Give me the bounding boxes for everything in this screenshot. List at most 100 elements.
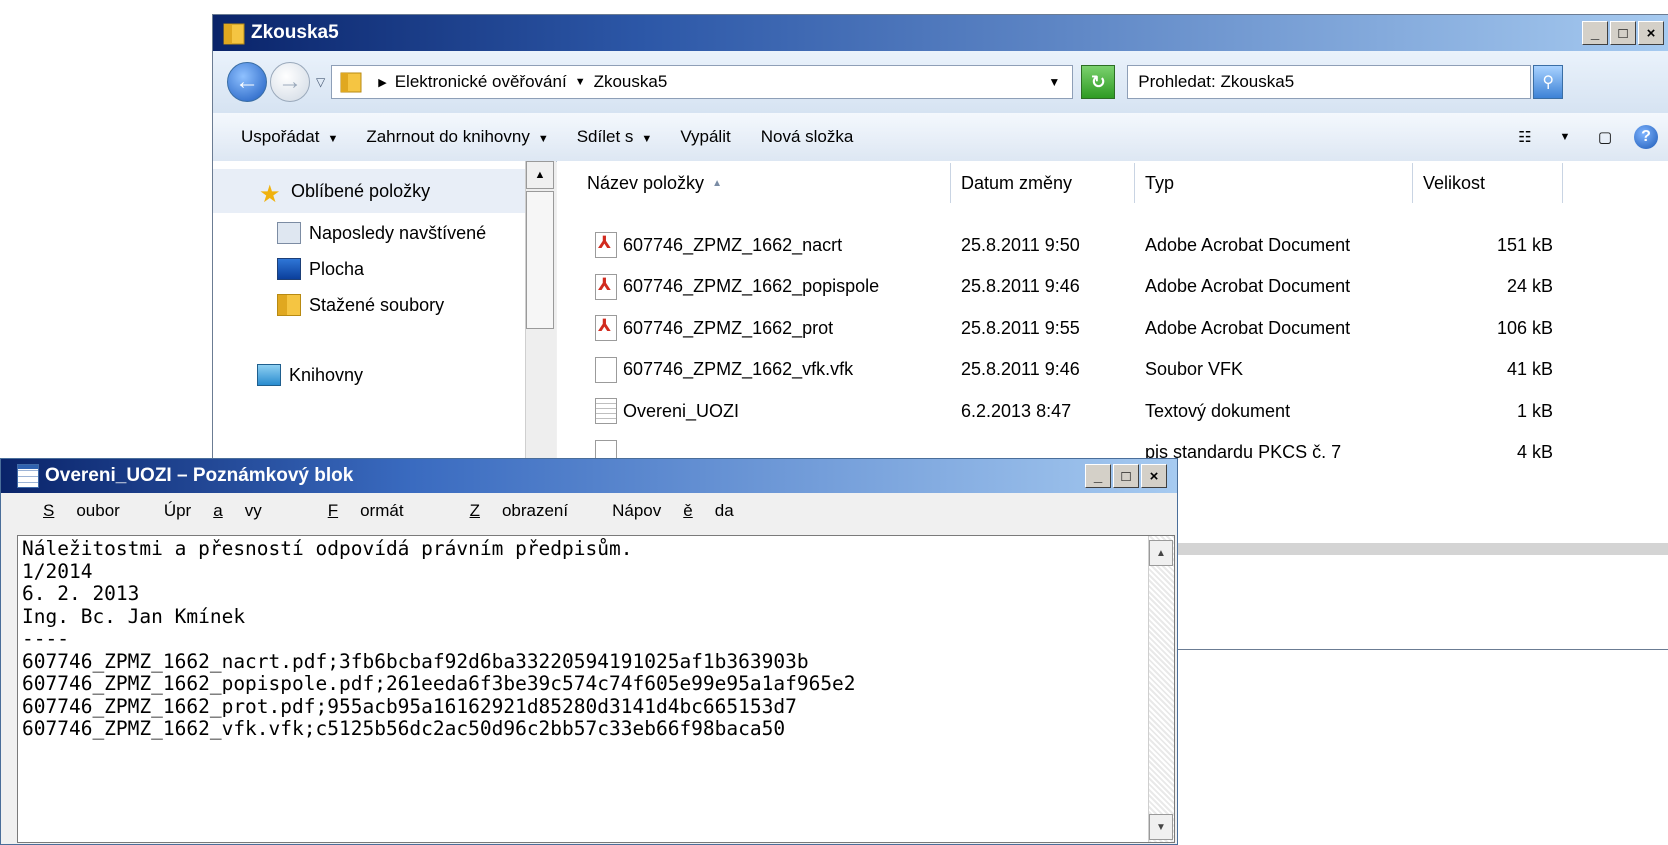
file-name-cell: 607746_ZPMZ_1662_popispole: [595, 267, 945, 307]
file-date: 25.8.2011 9:46: [961, 276, 1080, 296]
history-dropdown-icon[interactable]: ▽: [316, 75, 325, 89]
nav-label: Plocha: [309, 258, 365, 279]
view-options-icon[interactable]: ☷: [1514, 126, 1536, 148]
file-name: 607746_ZPMZ_1662_prot: [623, 317, 834, 338]
pdf-file-icon: [595, 273, 617, 300]
forward-button[interactable]: →: [270, 62, 310, 102]
arrow-left-icon: ←: [235, 68, 259, 95]
menu-text: vy: [244, 501, 262, 520]
file-type: Adobe Acrobat Document: [1145, 276, 1351, 296]
sort-up-icon: ▲: [712, 177, 722, 189]
scroll-up-button[interactable]: ▲: [526, 161, 554, 189]
breadcrumb-chevron-icon[interactable]: ▶: [378, 76, 386, 89]
notepad-icon: [17, 464, 39, 488]
menu-file[interactable]: Soubor: [11, 501, 132, 521]
arrow-up-icon: ▲: [1156, 547, 1166, 559]
nav-recent[interactable]: Naposledy navštívené: [277, 215, 486, 251]
editor-scrollbar[interactable]: ▲ ▼: [1148, 536, 1174, 842]
include-label: Zahrnout do knihovny: [366, 127, 530, 146]
chevron-down-icon[interactable]: ▼: [1554, 126, 1576, 148]
file-name-cell: Overeni_UOZI: [595, 391, 945, 431]
file-date: 6.2.2013 8:47: [961, 400, 1072, 421]
breadcrumb-chevron-icon[interactable]: ▼: [575, 76, 586, 88]
menu-view[interactable]: Zobrazení: [438, 501, 581, 521]
menu-help[interactable]: Nápov ě da: [602, 501, 746, 521]
maximize-button[interactable]: □: [1113, 464, 1139, 488]
preview-pane-icon[interactable]: ▢: [1594, 126, 1616, 148]
file-name: 607746_ZPMZ_1662_popispole: [623, 276, 880, 296]
column-header-date[interactable]: Datum změny: [951, 163, 1135, 203]
chevron-down-icon: ▼: [537, 133, 549, 145]
column-header-name[interactable]: Název položky ▲: [569, 163, 951, 203]
file-type: pis standardu PKCS č. 7: [1145, 442, 1342, 462]
menu-text: oubor: [76, 501, 120, 520]
command-bar: Uspořádat ▼ Zahrnout do knihovny ▼ Sdílet …: [213, 113, 1668, 162]
scroll-thumb[interactable]: [526, 191, 554, 329]
nav-desktop[interactable]: Plocha: [277, 251, 364, 287]
file-type: Adobe Acrobat Document: [1145, 234, 1351, 255]
nav-favorites[interactable]: ★ Oblíbené položky: [213, 169, 525, 213]
file-row[interactable]: 607746_ZPMZ_1662_nacrt 25.8.2011 9:50 Adob…: [557, 225, 1668, 265]
file-size: 1 kB: [1516, 400, 1553, 421]
maximize-button[interactable]: □: [1610, 21, 1636, 45]
nav-label: Knihovny: [289, 364, 364, 385]
file-name-cell: 607746_ZPMZ_1662_vfk.vfk: [595, 350, 945, 390]
explorer-titlebar[interactable]: Zkouska5 _ □ ×: [213, 15, 1668, 51]
column-header-size[interactable]: Velikost: [1413, 163, 1563, 203]
file-row[interactable]: Overeni_UOZI 6.2.2013 8:47 Textový dokumen…: [557, 391, 1668, 431]
column-header-type[interactable]: Typ: [1135, 163, 1413, 203]
chevron-down-icon[interactable]: ▼: [1048, 75, 1060, 89]
file-size: 106 kB: [1496, 317, 1553, 338]
address-bar[interactable]: ▶ Elektronické ověřování ▼ Zkouska5 ▼: [331, 65, 1074, 99]
include-in-library-button[interactable]: Zahrnout do knihovny ▼: [366, 127, 548, 147]
file-date: 25.8.2011 9:50: [961, 234, 1080, 255]
minimize-button[interactable]: _: [1085, 464, 1111, 488]
arrow-down-icon: ▼: [1156, 821, 1166, 833]
back-button[interactable]: ←: [227, 62, 267, 102]
breadcrumb-item[interactable]: Elektronické ověřování: [395, 72, 567, 92]
refresh-icon: ↻: [1090, 71, 1106, 92]
nav-label: Stažené soubory: [309, 294, 445, 315]
help-icon[interactable]: ?: [1634, 125, 1658, 149]
organize-label: Uspořádat: [241, 127, 320, 146]
organize-button[interactable]: Uspořádat ▼: [241, 127, 338, 147]
star-icon: ★: [259, 181, 281, 208]
file-row[interactable]: 607746_ZPMZ_1662_vfk.vfk 25.8.2011 9:46 So…: [557, 350, 1668, 390]
file-date: 25.8.2011 9:46: [961, 359, 1080, 379]
close-button[interactable]: ×: [1141, 464, 1167, 488]
share-button[interactable]: Sdílet s ▼: [577, 127, 653, 147]
menu-edit[interactable]: Úpr a vy: [154, 501, 274, 521]
nav-downloads[interactable]: Stažené soubory: [277, 287, 444, 323]
share-label: Sdílet s: [576, 127, 634, 146]
file-icon: [595, 356, 617, 383]
file-row[interactable]: 607746_ZPMZ_1662_prot 25.8.2011 9:55 Adobe…: [557, 308, 1668, 348]
burn-button[interactable]: Vypálit: [680, 127, 730, 147]
search-input[interactable]: Prohledat: Zkouska5: [1127, 65, 1532, 99]
refresh-button[interactable]: ↻: [1081, 65, 1116, 99]
document-text: Náležitostmi a přesností odpovídá právní…: [22, 537, 856, 740]
window-title: Overeni_UOZI – Poznámkový blok: [45, 465, 354, 486]
notepad-window: Overeni_UOZI – Poznámkový blok _ □ × Sou…: [0, 458, 1178, 845]
file-name: 607746_ZPMZ_1662_nacrt: [623, 234, 843, 255]
menu-accel: ě: [683, 501, 693, 520]
close-button[interactable]: ×: [1638, 21, 1664, 45]
menu-accel: F: [327, 501, 339, 520]
file-size: 151 kB: [1496, 234, 1553, 255]
search-placeholder: Prohledat: Zkouska5: [1138, 72, 1295, 91]
file-row[interactable]: 607746_ZPMZ_1662_popispole 25.8.2011 9:46…: [557, 267, 1668, 307]
breadcrumb-item[interactable]: Zkouska5: [594, 72, 668, 92]
address-row: ← → ▽ ▶ Elektronické ověřování ▼ Zkouska…: [213, 51, 1668, 113]
search-button[interactable]: ⚲: [1533, 65, 1564, 99]
text-editor[interactable]: Náležitostmi a přesností odpovídá právní…: [17, 535, 1175, 843]
menu-accel: Z: [469, 501, 480, 520]
notepad-titlebar[interactable]: Overeni_UOZI – Poznámkový blok _ □ ×: [1, 459, 1177, 493]
arrow-up-icon: ▲: [534, 169, 546, 181]
new-folder-button[interactable]: Nová složka: [761, 127, 854, 147]
scroll-up-button[interactable]: ▲: [1149, 540, 1173, 566]
menu-format[interactable]: Formát: [296, 501, 416, 521]
minimize-button[interactable]: _: [1582, 21, 1608, 45]
menu-text: ormát: [360, 501, 404, 520]
nav-libraries[interactable]: Knihovny: [257, 357, 363, 393]
nav-label: Oblíbené položky: [291, 180, 431, 201]
scroll-down-button[interactable]: ▼: [1149, 814, 1173, 840]
